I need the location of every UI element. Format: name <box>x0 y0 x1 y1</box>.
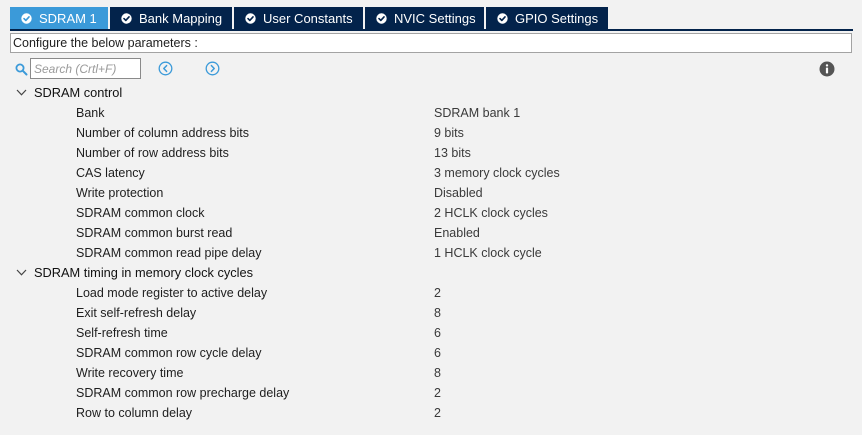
parameter-name: Load mode register to active delay <box>76 286 268 300</box>
parameter-name: Row to column delay <box>76 406 193 420</box>
parameter-row[interactable]: Self-refresh time 6 <box>0 323 862 343</box>
parameter-row[interactable]: Write protection Disabled <box>0 183 862 203</box>
tab-label: User Constants <box>263 10 353 26</box>
parameter-value[interactable]: 6 <box>434 323 441 343</box>
tab-bank-mapping[interactable]: Bank Mapping <box>110 7 232 29</box>
parameter-row[interactable]: Number of column address bits 9 bits <box>0 123 862 143</box>
parameter-value[interactable]: Disabled <box>434 183 483 203</box>
group-label: SDRAM control <box>34 85 123 100</box>
check-circle-icon <box>21 12 32 24</box>
parameter-value[interactable]: 9 bits <box>434 123 464 143</box>
parameter-name: Bank <box>76 106 105 120</box>
parameter-value[interactable]: 6 <box>434 343 441 363</box>
search-icon <box>15 63 28 76</box>
check-circle-icon <box>376 12 387 24</box>
configuration-panel: SDRAM 1 Bank Mapping User Constants NVIC Se… <box>0 0 862 435</box>
tab-label: NVIC Settings <box>394 10 476 26</box>
description-box: Configure the below parameters : <box>10 33 852 53</box>
parameter-value[interactable]: 2 <box>434 283 441 303</box>
parameter-name: Write protection <box>76 186 164 200</box>
parameter-row[interactable]: Exit self-refresh delay 8 <box>0 303 862 323</box>
parameter-row[interactable]: SDRAM common read pipe delay 1 HCLK clock… <box>0 243 862 263</box>
check-circle-icon <box>121 12 132 24</box>
parameter-row[interactable]: Row to column delay 2 <box>0 403 862 423</box>
parameter-row[interactable]: SDRAM common clock 2 HCLK clock cycles <box>0 203 862 223</box>
tab-nvic-settings[interactable]: NVIC Settings <box>365 7 484 29</box>
parameter-value[interactable]: 8 <box>434 303 441 323</box>
chevron-down-icon[interactable] <box>16 88 27 97</box>
group-label: SDRAM timing in memory clock cycles <box>34 265 254 280</box>
parameter-row[interactable]: SDRAM common row cycle delay 6 <box>0 343 862 363</box>
parameter-value[interactable]: 2 HCLK clock cycles <box>434 203 548 223</box>
chevron-left-circle-icon[interactable] <box>158 61 173 76</box>
parameter-row[interactable]: Bank SDRAM bank 1 <box>0 103 862 123</box>
parameter-value[interactable]: 1 HCLK clock cycle <box>434 243 542 263</box>
tab-sdram-1[interactable]: SDRAM 1 <box>10 7 108 29</box>
parameter-name: Number of row address bits <box>76 146 229 160</box>
group-row[interactable]: SDRAM control <box>0 83 862 103</box>
parameter-value[interactable]: Enabled <box>434 223 480 243</box>
parameter-name: SDRAM common row precharge delay <box>76 386 290 400</box>
chevron-right-circle-icon[interactable] <box>205 61 220 76</box>
tab-label: Bank Mapping <box>139 10 223 26</box>
parameter-value[interactable]: 13 bits <box>434 143 471 163</box>
parameter-row[interactable]: SDRAM common row precharge delay 2 <box>0 383 862 403</box>
check-circle-icon <box>245 12 256 24</box>
check-circle-icon <box>497 12 508 24</box>
parameter-name: SDRAM common clock <box>76 206 205 220</box>
parameter-row[interactable]: CAS latency 3 memory clock cycles <box>0 163 862 183</box>
chevron-down-icon[interactable] <box>16 268 27 277</box>
tab-gpio-settings[interactable]: GPIO Settings <box>486 7 608 29</box>
parameter-name: CAS latency <box>76 166 145 180</box>
parameter-value[interactable]: 2 <box>434 403 441 423</box>
parameter-tree: SDRAM control Bank SDRAM bank 1 Number of c… <box>0 83 862 423</box>
tabs: SDRAM 1 Bank Mapping User Constants NVIC Se… <box>10 7 610 29</box>
tab-bar: SDRAM 1 Bank Mapping User Constants NVIC Se… <box>0 0 862 31</box>
tab-label: GPIO Settings <box>515 10 599 26</box>
parameter-row[interactable]: SDRAM common burst read Enabled <box>0 223 862 243</box>
tab-label: SDRAM 1 <box>39 10 97 26</box>
tab-underline <box>10 29 853 31</box>
parameter-name: Number of column address bits <box>76 126 249 140</box>
parameter-name: SDRAM common row cycle delay <box>76 346 262 360</box>
parameter-name: Write recovery time <box>76 366 184 380</box>
description-text: Configure the below parameters : <box>13 36 198 50</box>
parameter-row[interactable]: Write recovery time 8 <box>0 363 862 383</box>
parameter-name: Exit self-refresh delay <box>76 306 197 320</box>
parameter-name: SDRAM common burst read <box>76 226 233 240</box>
parameter-value[interactable]: 2 <box>434 383 441 403</box>
parameter-value[interactable]: 3 memory clock cycles <box>434 163 560 183</box>
parameter-name: Self-refresh time <box>76 326 168 340</box>
parameter-value[interactable]: 8 <box>434 363 441 383</box>
parameter-name: SDRAM common read pipe delay <box>76 246 262 260</box>
group-row[interactable]: SDRAM timing in memory clock cycles <box>0 263 862 283</box>
parameter-row[interactable]: Number of row address bits 13 bits <box>0 143 862 163</box>
parameter-value[interactable]: SDRAM bank 1 <box>434 103 520 123</box>
search-input[interactable] <box>30 58 141 79</box>
parameter-row[interactable]: Load mode register to active delay 2 <box>0 283 862 303</box>
tab-user-constants[interactable]: User Constants <box>234 7 363 29</box>
info-icon[interactable] <box>819 61 835 77</box>
